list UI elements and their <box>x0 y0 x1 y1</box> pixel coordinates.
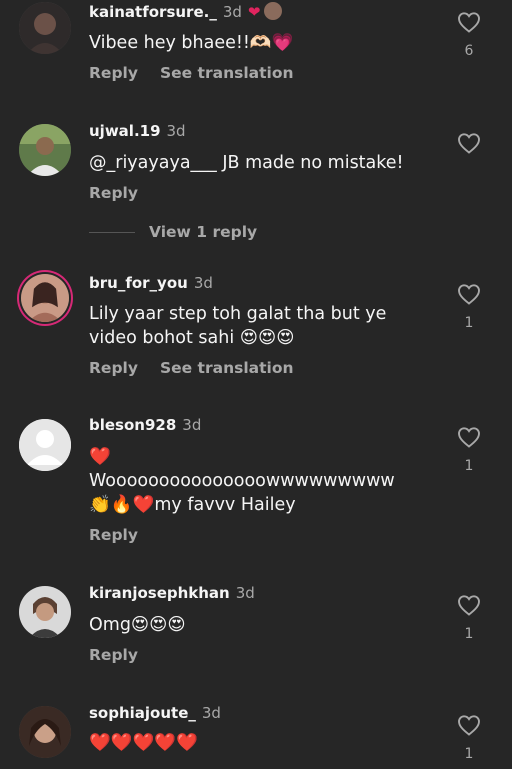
comment-meta: bru_for_you 3d <box>89 274 213 292</box>
reply-button[interactable]: Reply <box>89 359 138 377</box>
like-button[interactable]: 1 <box>456 426 482 474</box>
timestamp: 3d <box>193 274 213 292</box>
like-count: 1 <box>464 746 474 762</box>
reply-button[interactable]: Reply <box>89 184 138 202</box>
comment-meta: kainatforsure._ 3d ❤ <box>89 2 283 21</box>
see-translation-button[interactable]: See translation <box>160 64 294 82</box>
heart-outline-icon <box>458 12 480 33</box>
like-count: 1 <box>464 315 474 331</box>
timestamp: 3d <box>201 704 221 722</box>
author-avatar <box>264 2 283 20</box>
heart-icon: ❤ <box>247 3 261 21</box>
comment-meta: sophiajoute_ 3d <box>89 704 221 722</box>
heart-outline-icon <box>458 133 480 154</box>
username[interactable]: sophiajoute_ <box>89 704 196 722</box>
avatar[interactable] <box>19 419 71 471</box>
comment-meta: kiranjosephkhan 3d <box>89 584 255 602</box>
username[interactable]: bru_for_you <box>89 274 188 292</box>
like-button[interactable]: 1 <box>456 594 482 642</box>
heart-outline-icon <box>458 715 480 736</box>
heart-outline-icon <box>458 427 480 448</box>
avatar[interactable] <box>19 586 71 638</box>
comment-actions: Reply <box>89 646 160 664</box>
like-count: 6 <box>464 43 474 59</box>
comment-text: Lily yaar step toh galat tha but ye vide… <box>89 304 387 348</box>
comment-text: Vibee hey bhaee!!🫶🏻💗 <box>89 33 294 53</box>
avatar[interactable] <box>19 2 71 54</box>
username[interactable]: ujwal.19 <box>89 122 161 140</box>
comment-actions: Reply <box>89 526 160 544</box>
comment-meta: ujwal.19 3d <box>89 122 186 140</box>
avatar[interactable] <box>21 274 69 322</box>
view-replies-button[interactable]: View 1 reply <box>89 223 257 241</box>
like-count: 1 <box>464 458 474 474</box>
avatar[interactable] <box>19 706 71 758</box>
comment-text-line: ❤️ <box>89 447 111 467</box>
heart-outline-icon <box>458 595 480 616</box>
comment-text-line: 👏🔥❤️my favvv Hailey <box>89 495 296 515</box>
comment-meta: bleson928 3d <box>89 416 201 434</box>
like-button[interactable]: 1 <box>456 283 482 331</box>
like-count: 1 <box>464 626 474 642</box>
like-button[interactable]: 1 <box>456 714 482 762</box>
avatar[interactable] <box>19 124 71 176</box>
comment-text: Omg😍😍😍 <box>89 615 186 635</box>
username[interactable]: bleson928 <box>89 416 176 434</box>
like-button[interactable]: 6 <box>456 11 482 59</box>
heart-outline-icon <box>458 284 480 305</box>
username[interactable]: kainatforsure._ <box>89 3 217 21</box>
comment-text: @_riyayaya___ JB made no mistake! <box>89 153 404 173</box>
comment-text-line: Wooooooooooooooowwwwwwwww <box>89 471 395 491</box>
timestamp: 3d <box>182 416 202 434</box>
like-button[interactable] <box>456 132 482 154</box>
see-translation-button[interactable]: See translation <box>160 359 294 377</box>
comment-actions: Reply See translation <box>89 64 294 82</box>
comment-text: ❤️❤️❤️❤️❤️ <box>89 733 198 753</box>
comment-actions: Reply See translation <box>89 359 294 377</box>
reply-button[interactable]: Reply <box>89 526 138 544</box>
view-replies-label: View 1 reply <box>149 223 258 241</box>
timestamp: 3d <box>235 584 255 602</box>
username[interactable]: kiranjosephkhan <box>89 584 230 602</box>
reply-button[interactable]: Reply <box>89 646 138 664</box>
timestamp: 3d <box>222 3 242 21</box>
comment-actions: Reply <box>89 184 160 202</box>
reply-button[interactable]: Reply <box>89 64 138 82</box>
comment-text: ❤️ Wooooooooooooooowwwwwwwww 👏🔥❤️my favv… <box>89 445 444 517</box>
divider <box>89 232 135 233</box>
timestamp: 3d <box>166 122 186 140</box>
